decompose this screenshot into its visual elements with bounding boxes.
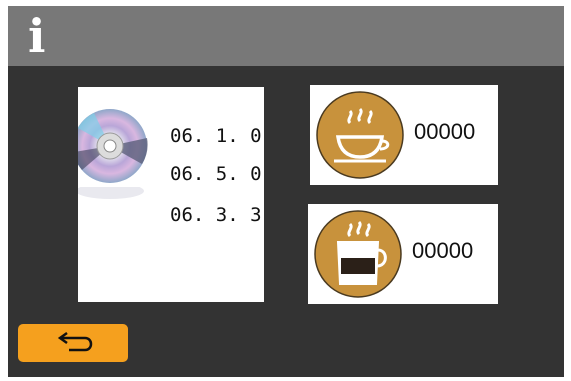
espresso-count: 00000 xyxy=(414,119,476,144)
return-arrow-icon xyxy=(57,331,93,352)
espresso-counter-panel: 00000 xyxy=(310,85,498,185)
info-icon: i xyxy=(28,9,46,63)
disc-icon xyxy=(78,109,148,183)
coffee-cup-icon xyxy=(314,210,402,298)
version-line-2: 06. 5. 0 xyxy=(170,163,262,185)
version-panel: 06. 1. 0 06. 5. 0 06. 3. 3 xyxy=(78,87,264,302)
header-bar: i xyxy=(8,6,564,66)
version-line-3: 06. 3. 3 xyxy=(170,204,262,226)
disc-reflection xyxy=(78,187,144,199)
espresso-cup-icon xyxy=(316,91,404,179)
version-line-1: 06. 1. 0 xyxy=(170,125,262,147)
back-button[interactable] xyxy=(18,324,128,362)
coffee-count: 00000 xyxy=(412,238,474,263)
coffee-counter-panel: 00000 xyxy=(308,204,498,304)
info-screen: i 06. 1. 0 06. 5. 0 06. 3. 3 00000 00000 xyxy=(8,6,564,377)
